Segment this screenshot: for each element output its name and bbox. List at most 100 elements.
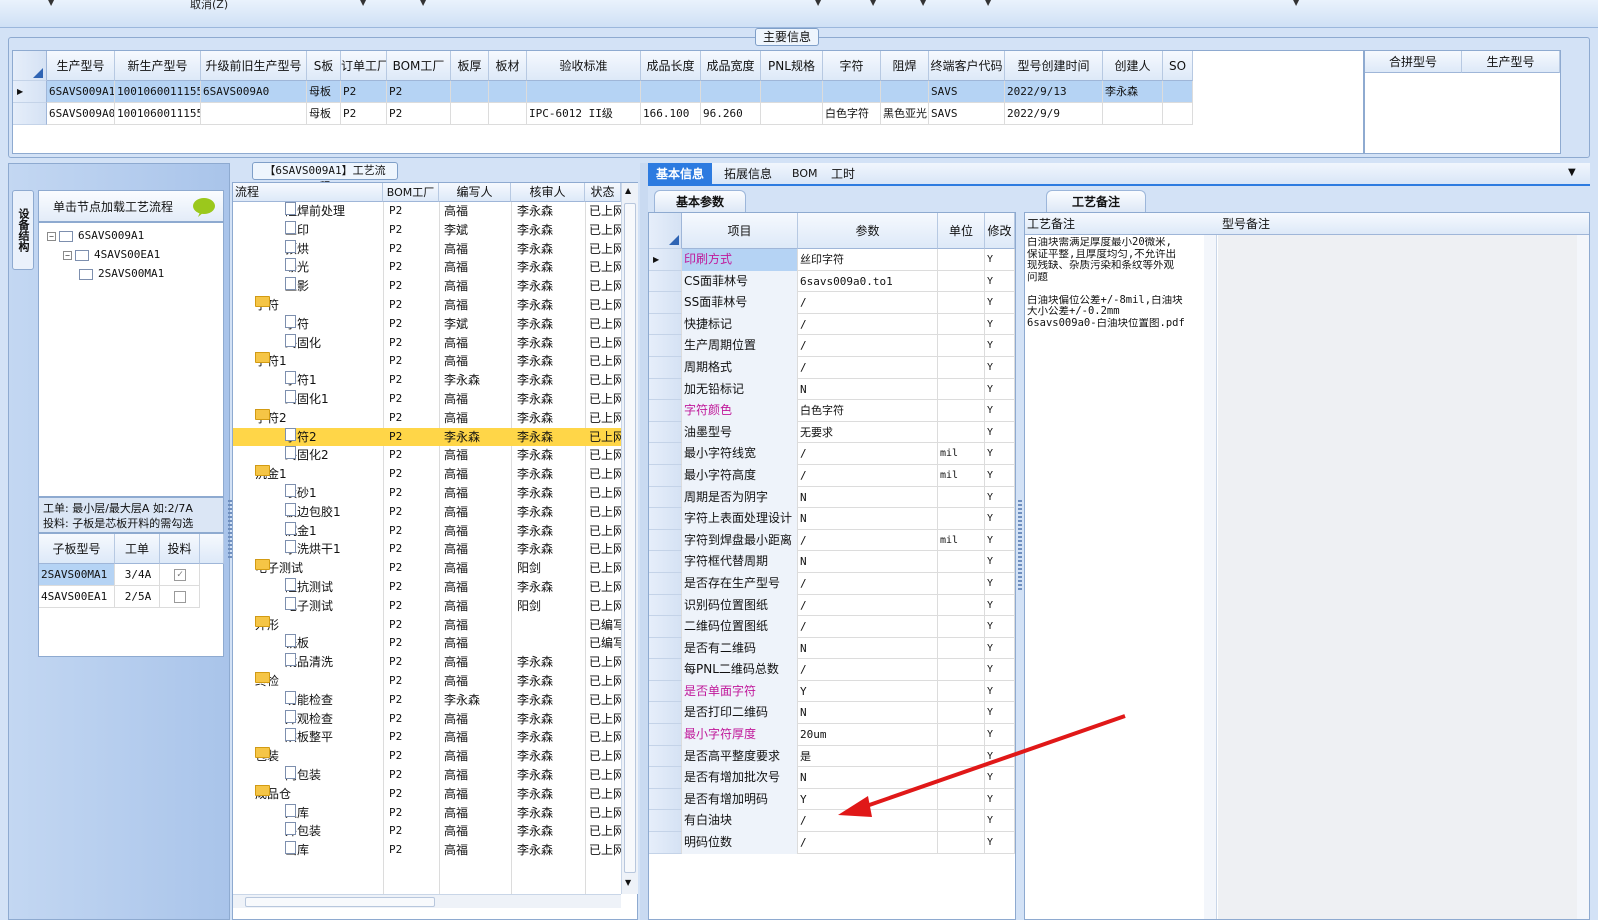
param-value-cell[interactable]: N xyxy=(798,637,938,660)
remarks-col-process[interactable]: 工艺备注 xyxy=(1027,213,1075,235)
remarks-col-model[interactable]: 型号备注 xyxy=(1222,213,1270,235)
param-value-cell[interactable]: / xyxy=(798,594,938,617)
param-row[interactable]: 是否单面字符 Y Y xyxy=(649,680,1015,703)
process-row[interactable]: −终检 P2 高福 李永森 已上网 xyxy=(233,671,621,691)
main-col-header[interactable]: 成品长度 xyxy=(641,51,701,81)
process-row[interactable]: 显影 P2 高福 李永森 已上网 xyxy=(233,277,621,296)
cancel-menu[interactable]: 取消(Z) xyxy=(190,0,228,12)
main-col-header[interactable]: 生产型号 xyxy=(47,51,115,81)
param-row[interactable]: 二维码位置图纸 / Y xyxy=(649,616,1015,638)
merge-col-header[interactable]: 合拼型号 xyxy=(1365,51,1462,73)
param-value-cell[interactable]: Y xyxy=(798,788,938,811)
main-cell[interactable] xyxy=(823,81,881,103)
row-header[interactable] xyxy=(649,335,682,357)
main-col-header[interactable]: S板 xyxy=(307,51,341,81)
param-row[interactable]: 是否存在生产型号 / Y xyxy=(649,572,1015,595)
merge-col-header[interactable]: 生产型号 xyxy=(1462,51,1560,73)
main-cell[interactable]: 2022/9/13 xyxy=(1005,81,1103,103)
main-cell[interactable] xyxy=(201,103,307,125)
process-row[interactable]: 曝光 P2 高福 李永森 已上网 xyxy=(233,258,621,277)
process-row[interactable]: −字符 P2 高福 李永森 已上网 xyxy=(233,295,621,315)
param-row[interactable]: 是否有二维码 N Y xyxy=(649,637,1015,660)
param-row[interactable]: ▶ 印刷方式 丝印字符 Y xyxy=(649,249,1015,271)
param-row[interactable]: 油墨型号 无要求 Y xyxy=(649,421,1015,444)
tab-dropdown-icon[interactable]: ▼ xyxy=(1568,167,1576,178)
param-value-cell[interactable]: 6savs009a0.to1 xyxy=(798,270,938,293)
param-row[interactable]: 周期是否为阴字 N Y xyxy=(649,486,1015,509)
remark-scroll[interactable] xyxy=(1204,235,1216,919)
main-col-header[interactable]: 订单工厂 xyxy=(341,51,387,81)
scroll-thumb[interactable] xyxy=(624,203,636,873)
main-cell[interactable]: P2 xyxy=(387,103,451,125)
checkbox[interactable] xyxy=(174,591,186,603)
proc-col-bom[interactable]: BOM工厂 xyxy=(383,183,439,202)
sub-col-order[interactable]: 工单 xyxy=(115,534,160,564)
chevron-down-icon[interactable]: ▼ xyxy=(48,0,54,7)
process-row[interactable]: 喷砂1 P2 高福 李永森 已上网 xyxy=(233,483,621,503)
sub-feed-cell[interactable] xyxy=(160,586,200,608)
main-cell[interactable]: 10010600111555 xyxy=(115,103,201,125)
process-row[interactable]: 阻焊前处理 P2 高福 李永森 已上网 xyxy=(233,202,621,221)
param-col-unit[interactable]: 单位 xyxy=(938,213,985,249)
process-row[interactable]: −沉金1 P2 高福 李永森 已上网 xyxy=(233,465,621,484)
row-header[interactable] xyxy=(13,103,47,125)
chevron-down-icon[interactable]: ▼ xyxy=(360,0,366,7)
main-cell[interactable] xyxy=(881,81,929,103)
param-value-cell[interactable]: 是 xyxy=(798,745,938,768)
param-row[interactable]: 是否有增加批次号 N Y xyxy=(649,767,1015,789)
process-vscroll[interactable]: ▲ ▼ xyxy=(621,183,638,894)
process-row[interactable]: 成品清洗 P2 高福 李永森 已上网 xyxy=(233,653,621,672)
row-header[interactable] xyxy=(649,508,682,530)
row-header[interactable] xyxy=(649,810,682,833)
sub-feed-cell[interactable]: ✓ xyxy=(160,564,200,586)
process-row[interactable]: −外形 P2 高福 已编写 xyxy=(233,615,621,635)
param-col-item[interactable]: 项目 xyxy=(682,213,798,249)
process-row[interactable]: −电子测试 P2 高福 阳剑 已上网 xyxy=(233,559,621,578)
main-col-header[interactable]: 创建人 xyxy=(1103,51,1163,81)
process-row[interactable]: −包装 P2 高福 李永森 已上网 xyxy=(233,747,621,766)
param-row[interactable]: 快捷标记 / Y xyxy=(649,313,1015,336)
sub-col-model[interactable]: 子板型号 xyxy=(39,534,115,564)
tab-basic-info[interactable]: 基本信息 xyxy=(648,163,713,185)
main-col-header[interactable]: 验收标准 xyxy=(527,51,641,81)
chevron-down-icon[interactable]: ▼ xyxy=(1293,0,1299,7)
param-value-cell[interactable]: N xyxy=(798,767,938,789)
param-row[interactable]: 加无铅标记 N Y xyxy=(649,378,1015,401)
main-cell[interactable]: IPC-6012 II级 xyxy=(527,103,641,125)
process-row[interactable]: 终固化2 P2 高福 李永森 已上网 xyxy=(233,446,621,465)
chevron-down-icon[interactable]: ▼ xyxy=(420,0,426,7)
sub-model-cell[interactable]: 4SAVS00EA1 xyxy=(39,586,115,608)
process-row[interactable]: 终固化 P2 高福 李永森 已上网 xyxy=(233,333,621,353)
param-row[interactable]: 字符上表面处理设计 N Y xyxy=(649,508,1015,530)
row-header[interactable] xyxy=(649,443,682,465)
process-row[interactable]: 内包装 P2 高福 李永森 已上网 xyxy=(233,765,621,785)
param-row[interactable]: 是否高平整度要求是 Y xyxy=(649,745,1015,768)
chevron-down-icon[interactable]: ▼ xyxy=(920,0,926,7)
load-flow-header[interactable]: 单击节点加载工艺流程 xyxy=(38,190,224,222)
model-remark-text[interactable] xyxy=(1218,235,1589,919)
process-row[interactable]: 水洗烘干1 P2 高福 李永森 已上网 xyxy=(233,540,621,559)
param-value-cell[interactable]: N xyxy=(798,378,938,401)
row-header[interactable] xyxy=(649,270,682,293)
row-header[interactable]: ▶ xyxy=(649,249,682,271)
main-cell[interactable] xyxy=(527,81,641,103)
process-row[interactable]: 字符2 P2 李永森 李永森 已上网 xyxy=(233,427,621,447)
param-row[interactable]: 字符框代替周期 N Y xyxy=(649,551,1015,573)
collapse-toggle-icon[interactable]: − xyxy=(47,231,56,241)
process-row[interactable]: 终固化1 P2 高福 李永森 已上网 xyxy=(233,389,621,409)
main-cell[interactable]: 10010600111555 xyxy=(115,81,201,103)
row-header[interactable] xyxy=(649,378,682,401)
param-value-cell[interactable]: 无要求 xyxy=(798,421,938,444)
main-col-header[interactable]: PNL规格 xyxy=(761,51,823,81)
process-row[interactable]: −字符1 P2 高福 李永森 已上网 xyxy=(233,352,621,371)
param-row[interactable]: 字符到焊盘最小距离 / mil Y xyxy=(649,529,1015,552)
main-col-header[interactable]: BOM工厂 xyxy=(387,51,451,81)
main-cell[interactable]: 6SAVS009A0 xyxy=(201,81,307,103)
process-hscroll[interactable] xyxy=(233,894,621,908)
param-row[interactable]: 明码位数 / Y xyxy=(649,832,1015,854)
param-row[interactable]: 最小字符高度 / mil Y xyxy=(649,464,1015,487)
param-row[interactable]: 识别码位置图纸 / Y xyxy=(649,594,1015,617)
param-value-cell[interactable]: / xyxy=(798,335,938,357)
row-header[interactable] xyxy=(649,659,682,681)
main-cell[interactable]: 6SAVS009A0 xyxy=(47,103,115,125)
